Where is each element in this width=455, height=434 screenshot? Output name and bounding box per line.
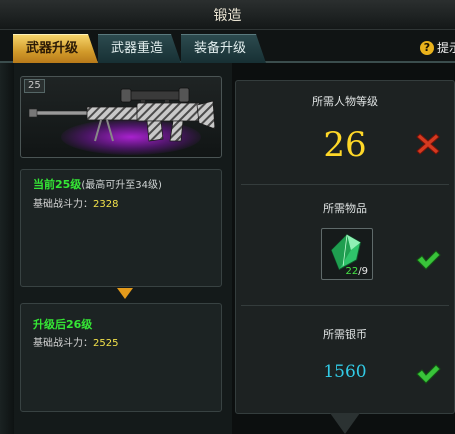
- current-power-value: 2328: [93, 199, 119, 210]
- tab-weapon-reforge[interactable]: 武器重造: [98, 34, 181, 63]
- required-item-label: 所需物品: [323, 202, 367, 215]
- item-required-count: /9: [358, 266, 368, 277]
- tab-equipment-upgrade[interactable]: 装备升级: [181, 34, 266, 63]
- help-button[interactable]: ? 提示: [420, 39, 455, 56]
- left-frame: [0, 63, 14, 434]
- max-level-note: (最高可升至34级): [81, 180, 162, 191]
- item-owned-count: 22: [345, 266, 359, 277]
- current-level-box: 当前25级(最高可升至34级) 基础战斗力：2328: [20, 169, 222, 287]
- current-power-line: 基础战斗力：2328: [33, 194, 209, 216]
- next-level-title: 升级后26级: [33, 318, 93, 331]
- current-level-label: 当前25级: [33, 178, 82, 191]
- current-power-label: 基础战斗力：: [33, 199, 93, 210]
- next-level-box: 升级后26级 基础战斗力：2525: [20, 303, 222, 412]
- requirements-panel: 所需人物等级 26 所需物品 22/9 所需银币 1560: [235, 80, 455, 414]
- weapon-preview: 25: [20, 76, 222, 158]
- red-cross-icon: [416, 133, 440, 155]
- green-check-icon: [416, 250, 441, 270]
- next-power-line: 基础战斗力：2525: [33, 333, 209, 355]
- next-power-value: 2525: [93, 338, 119, 349]
- window-title: 锻造: [213, 8, 242, 24]
- tab-weapon-upgrade[interactable]: 武器升级: [13, 34, 98, 63]
- required-level-label: 所需人物等级: [312, 95, 378, 108]
- question-icon: ?: [420, 40, 434, 55]
- required-item-slot[interactable]: 22/9: [321, 228, 373, 280]
- divider: [241, 184, 449, 185]
- panel-notch: [330, 413, 360, 434]
- rifle-icon: [29, 87, 215, 142]
- title-bar: 锻造: [0, 0, 455, 30]
- next-power-label: 基础战斗力：: [33, 338, 93, 349]
- down-arrow-icon: [117, 288, 133, 299]
- current-level-title: 当前25级(最高可升至34级): [33, 176, 209, 194]
- green-check-icon: [416, 364, 441, 384]
- divider: [241, 305, 449, 306]
- help-label: 提示: [437, 41, 455, 55]
- item-count: 22/9: [346, 266, 368, 277]
- required-silver-label: 所需银币: [323, 328, 367, 341]
- tab-strip: 武器升级 武器重造 装备升级 ? 提示: [0, 30, 455, 63]
